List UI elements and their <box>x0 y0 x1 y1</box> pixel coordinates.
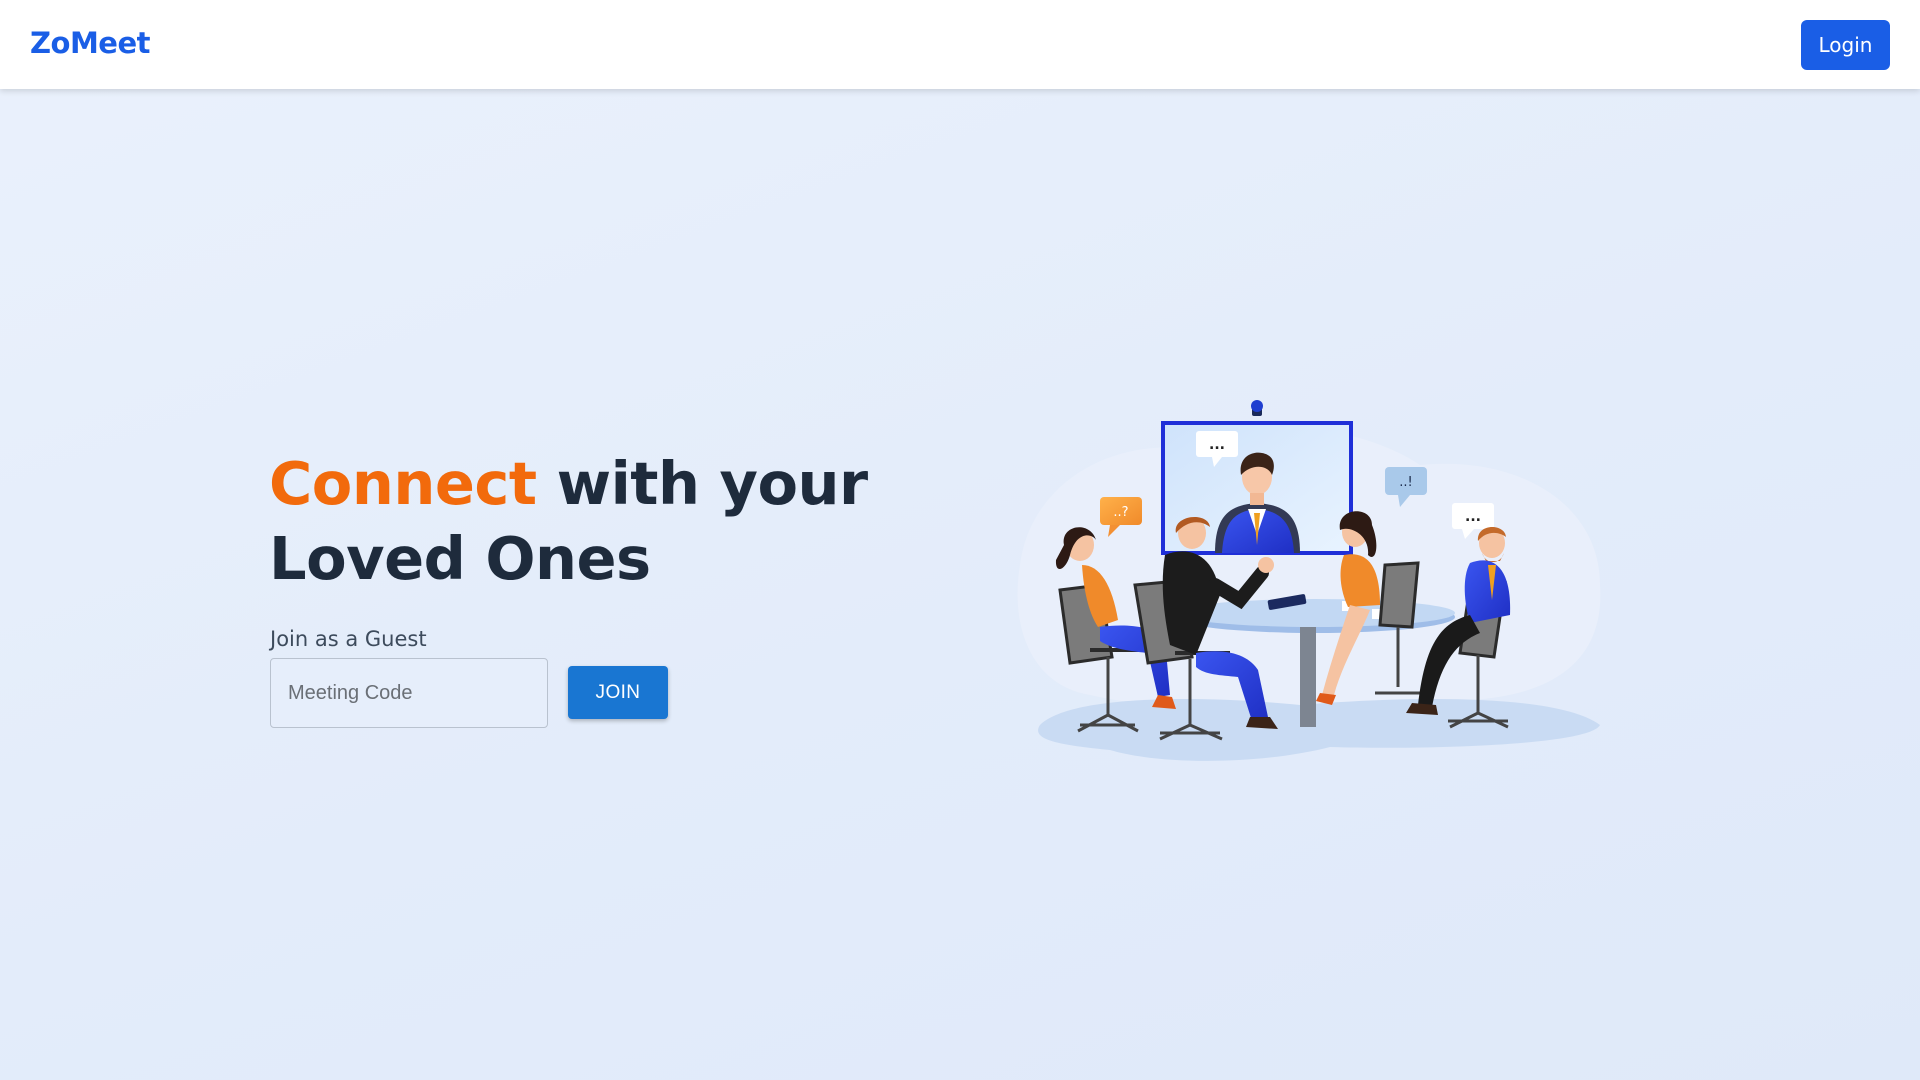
hero-title: Connect with your Loved Ones <box>269 446 889 596</box>
bubble-question-text: ..? <box>1113 505 1128 520</box>
bubble-right-text: ... <box>1465 509 1481 525</box>
hero-title-line2: Loved Ones <box>269 524 651 593</box>
bubble-exclaim-text: ..! <box>1399 475 1412 490</box>
meeting-illustration: ... ..? ..! ... <box>1017 400 1601 761</box>
webcam-icon <box>1251 400 1263 416</box>
navbar: ZoMeet Login <box>0 0 1920 89</box>
login-button[interactable]: Login <box>1801 20 1890 70</box>
meeting-code-input[interactable] <box>270 658 548 728</box>
brand-logo[interactable]: ZoMeet <box>30 26 151 60</box>
floor-shadow <box>1038 699 1600 761</box>
join-button[interactable]: JOIN <box>568 666 668 719</box>
guest-label: Join as a Guest <box>270 627 427 651</box>
hero-title-accent: Connect <box>269 449 537 518</box>
hero-title-rest: with your <box>536 449 869 518</box>
bubble-screen-text: ... <box>1209 437 1225 453</box>
